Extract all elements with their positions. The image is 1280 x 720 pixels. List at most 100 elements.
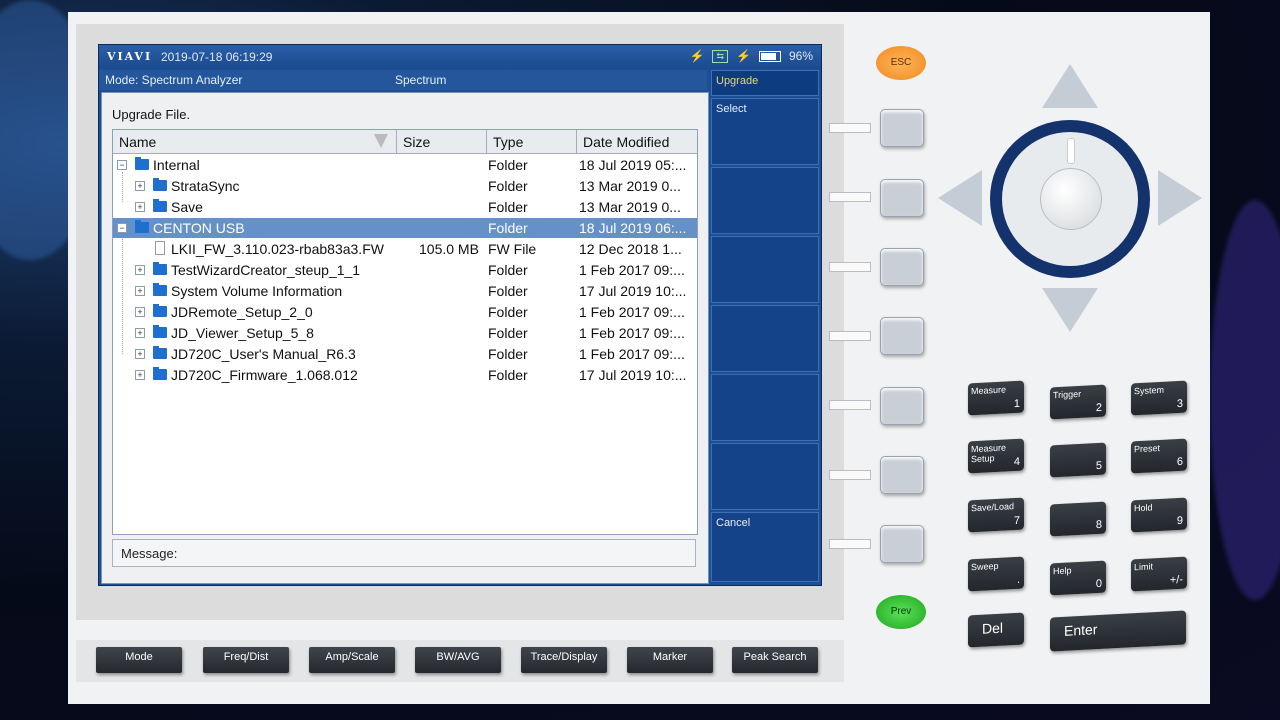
key-enter[interactable]: Enter [1050, 610, 1186, 652]
status-bar: VIAVI 2019-07-18 06:19:29 ⚡ ⇆ ⚡ 96% [99, 45, 821, 69]
analyzer-screen: VIAVI 2019-07-18 06:19:29 ⚡ ⇆ ⚡ 96% Mode… [98, 44, 822, 586]
hardkey-peak-search[interactable]: Peak Search [732, 647, 818, 673]
table-row[interactable]: + System Volume Information Folder 17 Ju… [113, 281, 697, 301]
side-button-7[interactable] [880, 525, 924, 563]
side-button-1[interactable] [880, 109, 924, 147]
key-preset[interactable]: Preset 6 [1131, 438, 1187, 474]
side-button-4[interactable] [880, 317, 924, 355]
key-sweep[interactable]: Sweep. [968, 556, 1024, 592]
column-header-name[interactable]: Name [113, 130, 397, 154]
key-8[interactable]: 8 [1050, 501, 1106, 537]
arrow-left-button[interactable] [938, 170, 982, 226]
key-trigger[interactable]: Trigger 2 [1050, 384, 1106, 420]
softkey-upgrade: Upgrade [711, 70, 819, 96]
file-date: 17 Jul 2019 10:... [579, 283, 687, 299]
table-row-selected[interactable]: − CENTON USB Folder 18 Jul 2019 06:... [113, 218, 697, 238]
side-button-2[interactable] [880, 179, 924, 217]
softkey-4[interactable] [711, 305, 819, 372]
expand-icon[interactable]: + [135, 328, 145, 338]
power-plug-icon: ⚡ [736, 49, 751, 63]
arrow-right-button[interactable] [1158, 170, 1202, 226]
hardkey-marker[interactable]: Marker [627, 647, 713, 673]
expand-icon[interactable]: + [135, 265, 145, 275]
file-name: CENTON USB [153, 220, 245, 236]
table-row[interactable]: LKII_FW_3.110.023-rbab83a3.FW 105.0 MB F… [113, 239, 697, 259]
key-help[interactable]: Help 0 [1050, 560, 1106, 596]
side-button-5[interactable] [880, 387, 924, 425]
softkey-panel: Upgrade Select Cancel [711, 70, 819, 583]
hardkey-mode[interactable]: Mode [96, 647, 182, 673]
background-glow [1210, 200, 1280, 600]
folder-icon [153, 283, 167, 296]
arrow-up-button[interactable] [1042, 64, 1098, 108]
table-row[interactable]: − Internal Folder 18 Jul 2019 05:... [113, 155, 697, 175]
file-name: Save [171, 199, 203, 215]
side-button-6[interactable] [880, 456, 924, 494]
softkey-6[interactable] [711, 443, 819, 510]
rotary-knob[interactable] [1040, 168, 1102, 230]
datetime: 2019-07-18 06:19:29 [161, 50, 273, 64]
hardkey-amp-scale[interactable]: Amp/Scale [309, 647, 395, 673]
key-hold[interactable]: Hold 9 [1131, 497, 1187, 533]
folder-icon [153, 199, 167, 212]
file-date: 17 Jul 2019 10:... [579, 367, 687, 383]
table-row[interactable]: + JD_Viewer_Setup_5_8 Folder 1 Feb 2017 … [113, 323, 697, 343]
expand-icon[interactable]: + [135, 202, 145, 212]
file-date: 1 Feb 2017 09:... [579, 304, 685, 320]
view-label: Spectrum [395, 73, 447, 87]
column-header-size[interactable]: Size [397, 130, 487, 154]
column-header-date[interactable]: Date Modified [577, 130, 697, 154]
table-row[interactable]: + JD720C_User's Manual_R6.3 Folder 1 Feb… [113, 344, 697, 364]
file-name: Internal [153, 157, 200, 173]
expand-icon[interactable]: + [135, 181, 145, 191]
softkey-cancel[interactable]: Cancel [711, 512, 819, 582]
folder-icon [135, 157, 149, 170]
key-limit[interactable]: Limit +/- [1131, 556, 1187, 592]
table-row[interactable]: + Save Folder 13 Mar 2019 0... [113, 197, 697, 217]
softkey-slot [829, 262, 871, 272]
prev-button[interactable]: Prev [876, 595, 926, 629]
softkey-slot [829, 539, 871, 549]
column-header-type[interactable]: Type [487, 130, 577, 154]
file-name: TestWizardCreator_steup_1_1 [171, 262, 361, 278]
softkey-3[interactable] [711, 236, 819, 303]
table-row[interactable]: + JD720C_Firmware_1.068.012 Folder 17 Ju… [113, 365, 697, 385]
softkey-5[interactable] [711, 374, 819, 441]
file-name: JD_Viewer_Setup_5_8 [171, 325, 314, 341]
key-measure-setup[interactable]: Measure Setup 4 [968, 438, 1024, 474]
folder-icon [153, 178, 167, 191]
expand-icon[interactable]: + [135, 307, 145, 317]
hardkey-bw-avg[interactable]: BW/AVG [415, 647, 501, 673]
collapse-icon[interactable]: − [117, 223, 127, 233]
file-type: Folder [488, 262, 528, 278]
file-type: Folder [488, 220, 528, 236]
softkey-select[interactable]: Select [711, 98, 819, 165]
expand-icon[interactable]: + [135, 286, 145, 296]
esc-button[interactable]: ESC [876, 46, 926, 80]
side-button-3[interactable] [880, 248, 924, 286]
file-name: JD720C_Firmware_1.068.012 [171, 367, 358, 383]
expand-icon[interactable]: + [135, 349, 145, 359]
table-row[interactable]: + StrataSync Folder 13 Mar 2019 0... [113, 176, 697, 196]
file-type: Folder [488, 367, 528, 383]
key-del[interactable]: Del [968, 612, 1024, 648]
softkey-2[interactable] [711, 167, 819, 234]
key-measure[interactable]: Measure 1 [968, 380, 1024, 416]
knob-indicator [1067, 138, 1075, 164]
hardkey-trace-display[interactable]: Trace/Display [521, 647, 607, 673]
collapse-icon[interactable]: − [117, 160, 127, 170]
file-date: 13 Mar 2019 0... [579, 178, 681, 194]
table-row[interactable]: + JDRemote_Setup_2_0 Folder 1 Feb 2017 0… [113, 302, 697, 322]
upgrade-file-panel: Upgrade File. Name Size Type Date Modifi… [101, 92, 709, 584]
key-save-load[interactable]: Save/Load 7 [968, 497, 1024, 533]
key-5[interactable]: 5 [1050, 442, 1106, 478]
message-box: Message: [112, 539, 696, 567]
arrow-down-button[interactable] [1042, 288, 1098, 332]
file-date: 12 Dec 2018 1... [579, 241, 682, 257]
key-system[interactable]: System 3 [1131, 380, 1187, 416]
file-type: Folder [488, 283, 528, 299]
hardkey-freq-dist[interactable]: Freq/Dist [203, 647, 289, 673]
file-date: 18 Jul 2019 06:... [579, 220, 687, 236]
table-row[interactable]: + TestWizardCreator_steup_1_1 Folder 1 F… [113, 260, 697, 280]
expand-icon[interactable]: + [135, 370, 145, 380]
